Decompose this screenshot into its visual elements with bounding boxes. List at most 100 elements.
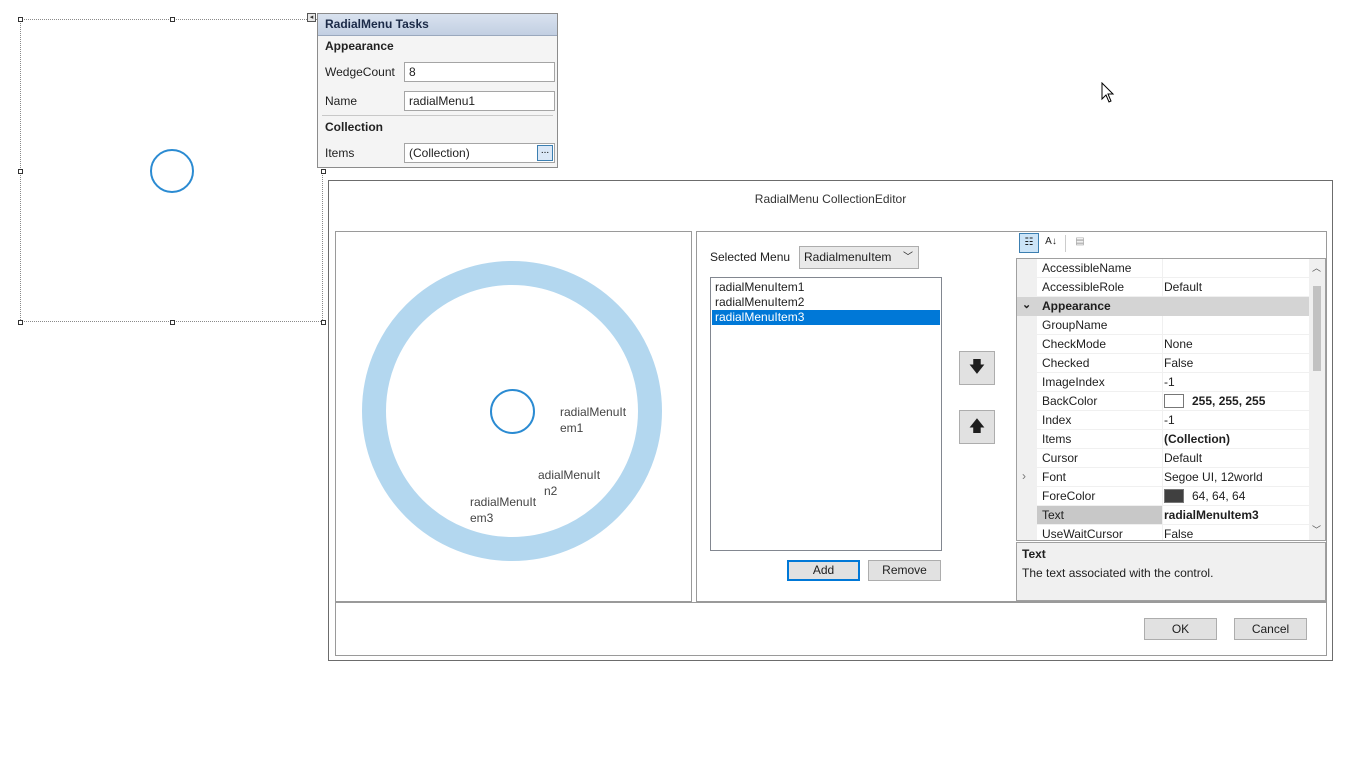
alphabetical-sort-icon[interactable]: A↓: [1041, 233, 1061, 253]
property-row-accessiblerole[interactable]: AccessibleRole Default: [1037, 278, 1310, 297]
property-divider: [1162, 506, 1163, 524]
property-row-checked[interactable]: Checked False: [1037, 354, 1310, 373]
property-value: Default: [1164, 451, 1203, 465]
section-divider: [322, 115, 553, 116]
property-grid-scrollbar[interactable]: ︿ ﹀: [1309, 259, 1325, 540]
property-divider: [1162, 449, 1163, 467]
resize-handle-bottom-right[interactable]: [321, 320, 326, 325]
tasks-panel-title: RadialMenu Tasks: [318, 14, 557, 36]
resize-handle-bottom[interactable]: [170, 320, 175, 325]
resize-handle-right[interactable]: [321, 169, 326, 174]
arrow-up-icon: 🡅: [968, 418, 986, 435]
preview-item-label[interactable]: radialMenuIt em1: [560, 404, 630, 436]
preview-item-label[interactable]: adialMenuIt n2: [538, 467, 608, 499]
property-grid[interactable]: AccessibleName AccessibleRole Default ⌄ …: [1016, 258, 1326, 541]
property-row-checkmode[interactable]: CheckMode None: [1037, 335, 1310, 354]
property-row-forecolor[interactable]: ForeColor 64, 64, 64: [1037, 487, 1310, 506]
property-value: False: [1164, 527, 1194, 541]
scroll-up-icon[interactable]: ︿: [1312, 261, 1321, 274]
scrollbar-thumb[interactable]: [1313, 286, 1321, 371]
radial-menu-center-button[interactable]: [490, 389, 535, 434]
dialog-title: RadialMenu CollectionEditor: [754, 192, 907, 206]
selected-menu-dropdown[interactable]: RadialmenuItem ﹀: [799, 246, 919, 269]
list-item[interactable]: radialMenuItem2: [712, 295, 940, 310]
cancel-button[interactable]: Cancel: [1234, 618, 1307, 640]
toolbar-separator: [1065, 235, 1066, 252]
menu-items-listbox[interactable]: radialMenuItem1 radialMenuItem2 radialMe…: [710, 277, 942, 551]
property-row-text[interactable]: Text radialMenuItem3: [1037, 506, 1310, 525]
selected-menu-label: Selected Menu: [710, 250, 791, 264]
property-name: Font: [1042, 470, 1067, 484]
list-item-selected[interactable]: radialMenuItem3: [712, 310, 940, 325]
property-value: 255, 255, 255: [1192, 394, 1266, 408]
property-row-usewaitcursor[interactable]: UseWaitCursor False: [1037, 525, 1310, 541]
categorized-view-icon[interactable]: ☷: [1019, 233, 1039, 253]
items-label: Items: [325, 146, 355, 160]
property-row-imageindex[interactable]: ImageIndex -1: [1037, 373, 1310, 392]
property-name: Text: [1042, 508, 1065, 522]
remove-button[interactable]: Remove: [868, 560, 941, 581]
property-name: AccessibleName: [1042, 261, 1132, 275]
preview-item-line: n2: [544, 484, 558, 498]
expand-chevron-icon[interactable]: ›: [1022, 469, 1026, 483]
property-name: CheckMode: [1042, 337, 1107, 351]
property-description-panel: Text The text associated with the contro…: [1016, 542, 1326, 601]
property-divider: [1162, 430, 1163, 448]
move-down-button[interactable]: 🡇: [959, 351, 995, 385]
arrow-down-icon: 🡇: [968, 359, 986, 376]
property-divider: [1162, 335, 1163, 353]
ok-button[interactable]: OK: [1144, 618, 1217, 640]
property-divider: [1162, 259, 1163, 277]
property-divider: [1162, 392, 1163, 410]
resize-handle-left[interactable]: [18, 169, 23, 174]
category-appearance[interactable]: ⌄ Appearance: [1017, 297, 1310, 316]
name-label: Name: [325, 94, 358, 108]
property-divider: [1162, 278, 1163, 296]
property-value: -1: [1164, 375, 1175, 389]
add-button[interactable]: Add: [787, 560, 860, 581]
preview-item-line: radialMenuIt: [470, 495, 537, 509]
collection-section-header: Collection: [325, 120, 384, 134]
property-value: (Collection): [1164, 432, 1230, 446]
selected-menu-value: RadialmenuItem: [804, 250, 892, 264]
property-value: False: [1164, 356, 1194, 370]
property-name: UseWaitCursor: [1042, 527, 1123, 541]
description-text: The text associated with the control.: [1022, 566, 1214, 580]
property-divider: [1162, 411, 1163, 429]
resize-handle-bottom-left[interactable]: [18, 320, 23, 325]
color-swatch: [1164, 394, 1184, 408]
property-row-font[interactable]: Font Segoe UI, 12world: [1037, 468, 1310, 487]
property-row-groupname[interactable]: GroupName: [1037, 316, 1310, 335]
property-divider: [1162, 487, 1163, 505]
property-name: GroupName: [1042, 318, 1108, 332]
resize-handle-top-left[interactable]: [18, 17, 23, 22]
appearance-section-header: Appearance: [325, 39, 394, 53]
collapse-chevron-icon[interactable]: ⌄: [1022, 298, 1031, 311]
color-swatch: [1164, 489, 1184, 503]
scroll-down-icon[interactable]: ﹀: [1312, 523, 1321, 536]
property-row-backcolor[interactable]: BackColor 255, 255, 255: [1037, 392, 1310, 411]
property-row-cursor[interactable]: Cursor Default: [1037, 449, 1310, 468]
move-up-button[interactable]: 🡅: [959, 410, 995, 444]
items-ellipsis-button[interactable]: ...: [537, 145, 553, 161]
name-input[interactable]: radialMenu1: [404, 91, 555, 111]
smart-tag-icon[interactable]: ◂: [307, 13, 316, 22]
property-value: -1: [1164, 413, 1175, 427]
wedge-count-input[interactable]: 8: [404, 62, 555, 82]
property-pages-icon[interactable]: ▤: [1070, 233, 1090, 253]
property-divider: [1162, 525, 1163, 540]
radial-menu-center-circle: [150, 149, 194, 193]
list-item[interactable]: radialMenuItem1: [712, 280, 940, 295]
property-row-accessiblename[interactable]: AccessibleName: [1037, 259, 1310, 278]
property-name: ImageIndex: [1042, 375, 1105, 389]
property-name: ForeColor: [1042, 489, 1096, 503]
property-value: radialMenuItem3: [1164, 508, 1259, 522]
preview-item-line: adialMenuIt: [538, 468, 601, 482]
property-row-index[interactable]: Index -1: [1037, 411, 1310, 430]
mouse-cursor-icon: [1101, 82, 1115, 103]
property-name: Cursor: [1042, 451, 1079, 465]
resize-handle-top[interactable]: [170, 17, 175, 22]
property-row-items[interactable]: Items (Collection): [1037, 430, 1310, 449]
preview-item-label[interactable]: radialMenuIt em3: [470, 494, 540, 526]
property-divider: [1162, 373, 1163, 391]
